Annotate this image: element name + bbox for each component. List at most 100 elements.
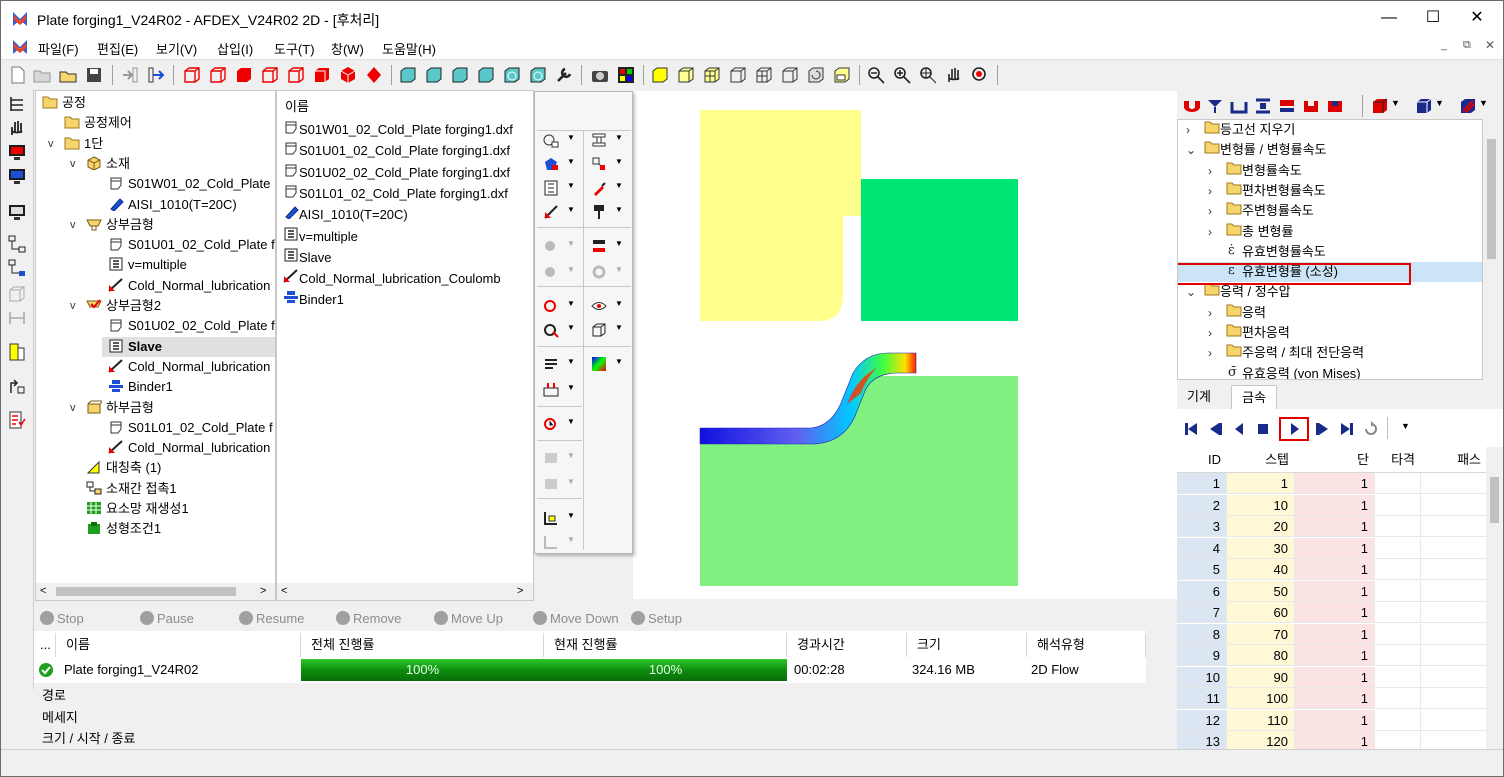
scroll-left-icon[interactable]: < bbox=[40, 583, 46, 600]
step-strike-cell[interactable] bbox=[1375, 709, 1421, 731]
result-tree-item[interactable]: › 편차응력 bbox=[1208, 323, 1290, 343]
process-tree-item[interactable]: 대칭축 (1) bbox=[86, 458, 161, 478]
zoom-in-icon[interactable] bbox=[893, 66, 911, 84]
pal-box-button[interactable]: ▼ bbox=[585, 320, 623, 340]
file-list-item[interactable]: Cold_Normal_lubrication_Coulomb bbox=[283, 268, 501, 289]
result-tree-item[interactable]: ⌄ 변형률 / 변형률속도 bbox=[1186, 140, 1327, 160]
step-pass-cell[interactable] bbox=[1421, 537, 1487, 559]
wire-icon[interactable] bbox=[729, 66, 747, 84]
chevron-right-icon[interactable]: › bbox=[1208, 181, 1212, 201]
view-right-icon[interactable] bbox=[313, 66, 331, 84]
step-pass-cell[interactable] bbox=[1421, 473, 1487, 494]
result-tree-item[interactable]: σ̄ 유효응력 (von Mises) bbox=[1226, 364, 1361, 379]
step-id-cell[interactable]: 10 bbox=[1177, 666, 1227, 688]
stripe-dropdown-icon[interactable]: ▼ bbox=[1479, 98, 1488, 108]
loop-icon[interactable] bbox=[1363, 421, 1379, 437]
pal-die-button[interactable]: ▼ bbox=[585, 236, 623, 256]
pan-hand-icon[interactable] bbox=[945, 66, 963, 84]
tab-machine[interactable]: 기계 bbox=[1177, 385, 1221, 409]
process-tree-item[interactable]: 공정 bbox=[42, 93, 86, 113]
last-frame-icon[interactable] bbox=[1339, 421, 1355, 437]
play-icon[interactable] bbox=[1287, 421, 1303, 437]
step-stage-cell[interactable]: 1 bbox=[1295, 580, 1375, 602]
mdi-close-icon[interactable]: ✕ bbox=[1485, 38, 1495, 52]
result-tree-item[interactable]: › 주응력 / 최대 전단응력 bbox=[1208, 343, 1364, 363]
process-tree-item[interactable]: Cold_Normal_lubrication bbox=[108, 438, 270, 458]
mesh-yellow-icon[interactable] bbox=[703, 66, 721, 84]
view-iso2-icon[interactable] bbox=[365, 66, 383, 84]
chevron-down-icon[interactable]: ⌄ bbox=[1186, 140, 1196, 160]
process-tree-item[interactable]: v 상부금형 bbox=[70, 215, 154, 235]
step-stage-cell[interactable]: 1 bbox=[1295, 537, 1375, 559]
pal-contact-button[interactable]: ▼ bbox=[537, 296, 575, 316]
pal-scale-button[interactable]: ▼ bbox=[585, 154, 623, 174]
step-id-cell[interactable]: 11 bbox=[1177, 688, 1227, 709]
step-strike-cell[interactable] bbox=[1375, 688, 1421, 709]
pal-material-button[interactable]: ▼ bbox=[537, 154, 575, 174]
col-dots-header[interactable]: ... bbox=[34, 633, 56, 657]
process-tree-item[interactable]: S01U02_02_Cold_Plate f bbox=[108, 316, 275, 336]
file-list-item[interactable]: S01W01_02_Cold_Plate forging1.dxf bbox=[283, 119, 513, 140]
mdi-minimize-icon[interactable]: _ bbox=[1441, 39, 1447, 51]
pal-load-button[interactable]: ▼ bbox=[537, 414, 575, 434]
step-step-cell[interactable]: 120 bbox=[1227, 731, 1295, 749]
pal-force-button[interactable]: ▼ bbox=[537, 380, 575, 400]
monitor-chart-icon[interactable] bbox=[8, 167, 26, 185]
tab-metal[interactable]: 금속 bbox=[1231, 385, 1277, 409]
wire-yellow-icon[interactable] bbox=[677, 66, 695, 84]
step-strike-cell[interactable] bbox=[1375, 623, 1421, 645]
step-pass-cell[interactable] bbox=[1421, 645, 1487, 666]
step-stage-cell[interactable]: 1 bbox=[1295, 494, 1375, 516]
view-back-icon[interactable] bbox=[209, 66, 227, 84]
process-tree-item[interactable]: v 소재 bbox=[70, 154, 130, 174]
camera-icon[interactable] bbox=[591, 66, 609, 84]
col-total-header[interactable]: 전체 진행률 bbox=[301, 633, 544, 657]
stop-button[interactable]: Stop bbox=[40, 611, 84, 626]
menu-window[interactable]: 창(W) bbox=[331, 39, 364, 58]
step-pass-cell[interactable] bbox=[1421, 709, 1487, 731]
file-list-item[interactable]: S01L01_02_Cold_Plate forging1.dxf bbox=[283, 183, 508, 204]
process-tree-item[interactable]: Slave bbox=[102, 336, 275, 357]
step-id-cell[interactable]: 4 bbox=[1177, 537, 1227, 559]
step-stage-cell[interactable]: 1 bbox=[1295, 473, 1375, 494]
step-stage-cell[interactable]: 1 bbox=[1295, 645, 1375, 666]
step-strike-cell[interactable] bbox=[1375, 537, 1421, 559]
step-strike-cell[interactable] bbox=[1375, 666, 1421, 688]
step-strike-cell[interactable] bbox=[1375, 602, 1421, 623]
step-id-cell[interactable]: 1 bbox=[1177, 473, 1227, 494]
result-tree-item[interactable]: › 응력 bbox=[1208, 303, 1266, 323]
resume-button[interactable]: Resume bbox=[239, 611, 304, 626]
simulation-viewport[interactable] bbox=[633, 91, 1177, 599]
step-id-cell[interactable]: 8 bbox=[1177, 623, 1227, 645]
chevron-down-icon[interactable]: ⌄ bbox=[1186, 282, 1196, 302]
shade-1-icon[interactable] bbox=[399, 66, 417, 84]
chevron-right-icon[interactable]: › bbox=[1208, 343, 1212, 363]
scroll-thumb[interactable] bbox=[56, 587, 236, 596]
step-pass-cell[interactable] bbox=[1421, 688, 1487, 709]
shade-2-icon[interactable] bbox=[425, 66, 443, 84]
col-name-header[interactable]: 이름 bbox=[56, 633, 301, 657]
step-stage-cell[interactable]: 1 bbox=[1295, 731, 1375, 749]
step-step-cell[interactable]: 40 bbox=[1227, 559, 1295, 580]
process-tree-item[interactable]: v 1단 bbox=[48, 134, 103, 154]
step-pass-cell[interactable] bbox=[1421, 516, 1487, 537]
scroll-right-icon[interactable]: > bbox=[517, 583, 523, 600]
color-table-icon[interactable] bbox=[617, 66, 635, 84]
process-tree-scrollbar[interactable]: < > bbox=[36, 583, 275, 600]
process-tree-item[interactable]: Binder1 bbox=[108, 377, 173, 397]
step-stage-cell[interactable]: 1 bbox=[1295, 688, 1375, 709]
transform-icon[interactable] bbox=[8, 377, 26, 395]
file-list-item[interactable]: S01U02_02_Cold_Plate forging1.dxf bbox=[283, 162, 510, 183]
file-list-item[interactable]: Binder1 bbox=[283, 289, 344, 310]
shade-4-icon[interactable] bbox=[477, 66, 495, 84]
pal-strain-button[interactable]: ▼ bbox=[537, 354, 575, 374]
step-strike-cell[interactable] bbox=[1375, 494, 1421, 516]
view-bottom-icon[interactable] bbox=[261, 66, 279, 84]
stripe-icon[interactable] bbox=[1459, 97, 1477, 115]
step-strike-cell[interactable] bbox=[1375, 559, 1421, 580]
step-id-cell[interactable]: 12 bbox=[1177, 709, 1227, 731]
col-strike-header[interactable]: 타격 bbox=[1375, 447, 1421, 473]
cube-blue-icon[interactable] bbox=[1415, 97, 1433, 115]
chevron-right-icon[interactable]: › bbox=[1208, 222, 1212, 242]
pal-contour-button[interactable]: ▼ bbox=[537, 130, 575, 150]
